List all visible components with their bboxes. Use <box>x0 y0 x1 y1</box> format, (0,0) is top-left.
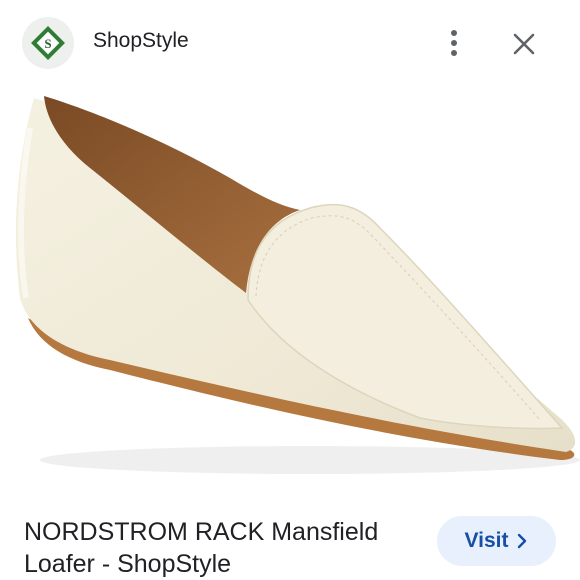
logo-letter: S <box>44 36 51 51</box>
chevron-right-icon <box>518 533 527 549</box>
close-button[interactable] <box>508 28 540 60</box>
site-logo[interactable]: S <box>22 17 74 69</box>
more-vert-icon <box>451 30 457 56</box>
result-header: S ShopStyle <box>0 0 580 88</box>
visit-label: Visit <box>464 529 509 552</box>
site-name: ShopStyle <box>93 29 189 52</box>
visit-button[interactable]: Visit <box>437 516 556 566</box>
product-title[interactable]: NORDSTROM RACK Mansfield Loafer - ShopSt… <box>24 516 414 580</box>
loafer-image <box>15 96 580 474</box>
shopstyle-logo-icon: S <box>31 26 65 60</box>
close-icon <box>513 33 535 55</box>
more-options-button[interactable] <box>440 26 468 60</box>
product-image[interactable] <box>0 88 580 500</box>
